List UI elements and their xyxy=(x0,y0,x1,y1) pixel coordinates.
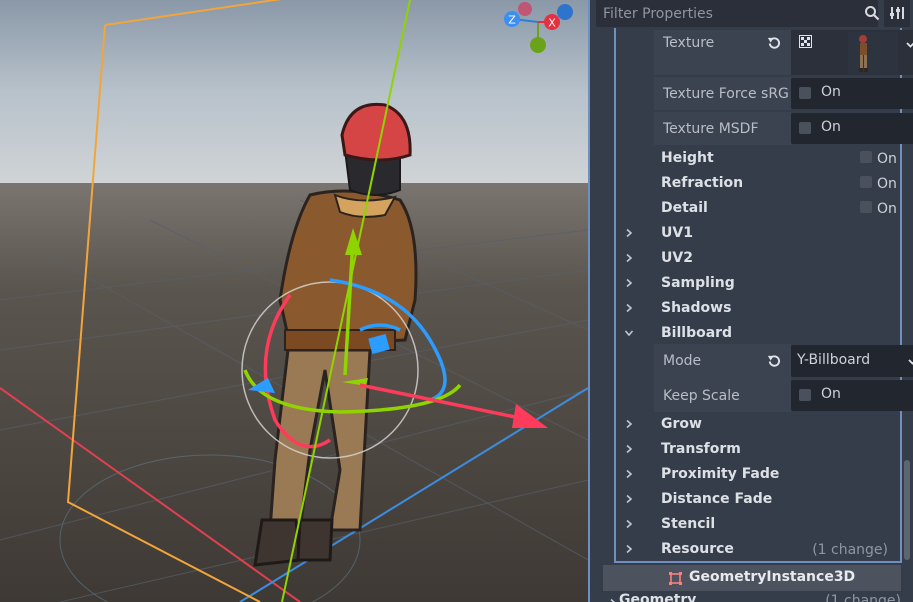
filter-bar xyxy=(596,0,880,27)
checkbox-label: On xyxy=(821,84,841,100)
section-grow[interactable]: Grow xyxy=(616,414,900,439)
texture-label: Texture xyxy=(663,35,715,51)
checkbox-label: On xyxy=(821,119,841,135)
refraction-row[interactable]: Refraction On xyxy=(616,173,900,198)
section-label: Geometry xyxy=(619,592,697,602)
chevron-right-icon xyxy=(626,228,633,238)
chevron-down-icon[interactable] xyxy=(905,39,913,50)
section-label: Resource xyxy=(661,541,734,557)
detail-label: Detail xyxy=(661,200,708,216)
chevron-right-icon xyxy=(626,519,633,529)
refraction-checkbox[interactable] xyxy=(860,176,872,188)
billboard-mode-value: Y-Billboard xyxy=(797,352,871,368)
texture-msdf-label: Texture MSDF xyxy=(663,121,759,137)
section-label: UV1 xyxy=(661,225,693,241)
texture-msdf-row: Texture MSDF On xyxy=(616,112,913,145)
refraction-label: Refraction xyxy=(661,175,744,191)
section-shadows[interactable]: Shadows xyxy=(616,298,900,323)
section-label: Billboard xyxy=(661,325,733,341)
section-label: Grow xyxy=(661,416,702,432)
texture-msdf-toggle[interactable]: On xyxy=(791,113,913,144)
gizmo-x-label: X xyxy=(548,17,556,30)
chevron-right-icon xyxy=(626,303,633,313)
filter-properties-input[interactable] xyxy=(596,0,848,27)
chevron-right-icon xyxy=(610,598,616,602)
section-stencil[interactable]: Stencil xyxy=(616,514,900,539)
checkbox-label: On xyxy=(821,386,841,402)
height-checkbox[interactable] xyxy=(860,151,872,163)
section-uv2[interactable]: UV2 xyxy=(616,248,900,273)
section-label: Distance Fade xyxy=(661,491,773,507)
material-subresource: Texture Texture Force sRG On Texture MSD… xyxy=(614,28,913,564)
chevron-down-icon xyxy=(908,359,913,365)
checkbox[interactable] xyxy=(799,389,811,401)
section-label: Transform xyxy=(661,441,741,457)
checkbox[interactable] xyxy=(799,122,811,134)
texture-force-srgb-label: Texture Force sRG xyxy=(663,86,789,102)
billboard-mode-label: Mode xyxy=(663,353,702,369)
geometry-instance-3d-header[interactable]: GeometryInstance3D xyxy=(603,565,901,591)
section-sampling[interactable]: Sampling xyxy=(616,273,900,298)
section-label: Shadows xyxy=(661,300,732,316)
section-distance-fade[interactable]: Distance Fade xyxy=(616,489,900,514)
inspector-scrollbar[interactable] xyxy=(904,460,910,560)
texture-thumbnail[interactable] xyxy=(848,32,898,74)
gizmo-z-label: Z xyxy=(508,14,516,27)
billboard-mode-dropdown[interactable]: Y-Billboard xyxy=(791,345,913,377)
chevron-down-icon xyxy=(624,330,634,337)
height-row[interactable]: Height On xyxy=(616,148,900,173)
sky xyxy=(0,0,588,185)
section-resource[interactable]: Resource (1 change) xyxy=(616,539,900,564)
search-icon[interactable] xyxy=(864,5,880,21)
refraction-on-label: On xyxy=(877,176,897,192)
texture-force-srgb-toggle[interactable]: On xyxy=(791,78,913,109)
chevron-right-icon xyxy=(626,278,633,288)
chevron-right-icon xyxy=(626,444,633,454)
keep-scale-row: Keep Scale On xyxy=(616,379,913,412)
section-label: Sampling xyxy=(661,275,735,291)
3d-viewport[interactable]: Z X xyxy=(0,0,588,602)
revert-icon[interactable] xyxy=(766,354,781,369)
texture-force-srgb-row: Texture Force sRG On xyxy=(616,77,913,110)
detail-on-label: On xyxy=(877,201,897,217)
inspector-panel: Texture xyxy=(590,0,913,602)
property-tools-button[interactable] xyxy=(884,0,910,27)
billboard-mode-row: Mode Y-Billboard xyxy=(616,344,913,379)
chevron-right-icon xyxy=(626,469,633,479)
viewport-scene: Z X xyxy=(0,0,588,602)
keep-scale-toggle[interactable]: On xyxy=(791,380,913,411)
section-label: Stencil xyxy=(661,516,716,532)
texture-picker[interactable] xyxy=(791,30,913,75)
change-count: (1 change) xyxy=(825,593,901,602)
revert-icon[interactable] xyxy=(766,36,781,51)
checkbox[interactable] xyxy=(799,87,811,99)
keep-scale-label: Keep Scale xyxy=(663,388,740,404)
geometry-instance-label: GeometryInstance3D xyxy=(689,569,856,585)
section-label: Proximity Fade xyxy=(661,466,780,482)
detail-row[interactable]: Detail On xyxy=(616,198,900,223)
geometry-instance-icon xyxy=(669,572,682,585)
chevron-right-icon xyxy=(626,544,633,554)
chevron-right-icon xyxy=(626,419,633,429)
section-label: UV2 xyxy=(661,250,693,266)
section-proximity-fade[interactable]: Proximity Fade xyxy=(616,464,900,489)
height-on-label: On xyxy=(877,151,897,167)
tools-icon xyxy=(890,7,904,19)
texture-type-icon xyxy=(799,35,812,48)
change-count: (1 change) xyxy=(812,542,888,558)
section-transform[interactable]: Transform xyxy=(616,439,900,464)
detail-checkbox[interactable] xyxy=(860,201,872,213)
chevron-right-icon xyxy=(626,253,633,263)
height-label: Height xyxy=(661,150,714,166)
section-uv1[interactable]: UV1 xyxy=(616,223,900,248)
chevron-right-icon xyxy=(626,494,633,504)
section-geometry[interactable]: Geometry (1 change) xyxy=(590,592,913,602)
